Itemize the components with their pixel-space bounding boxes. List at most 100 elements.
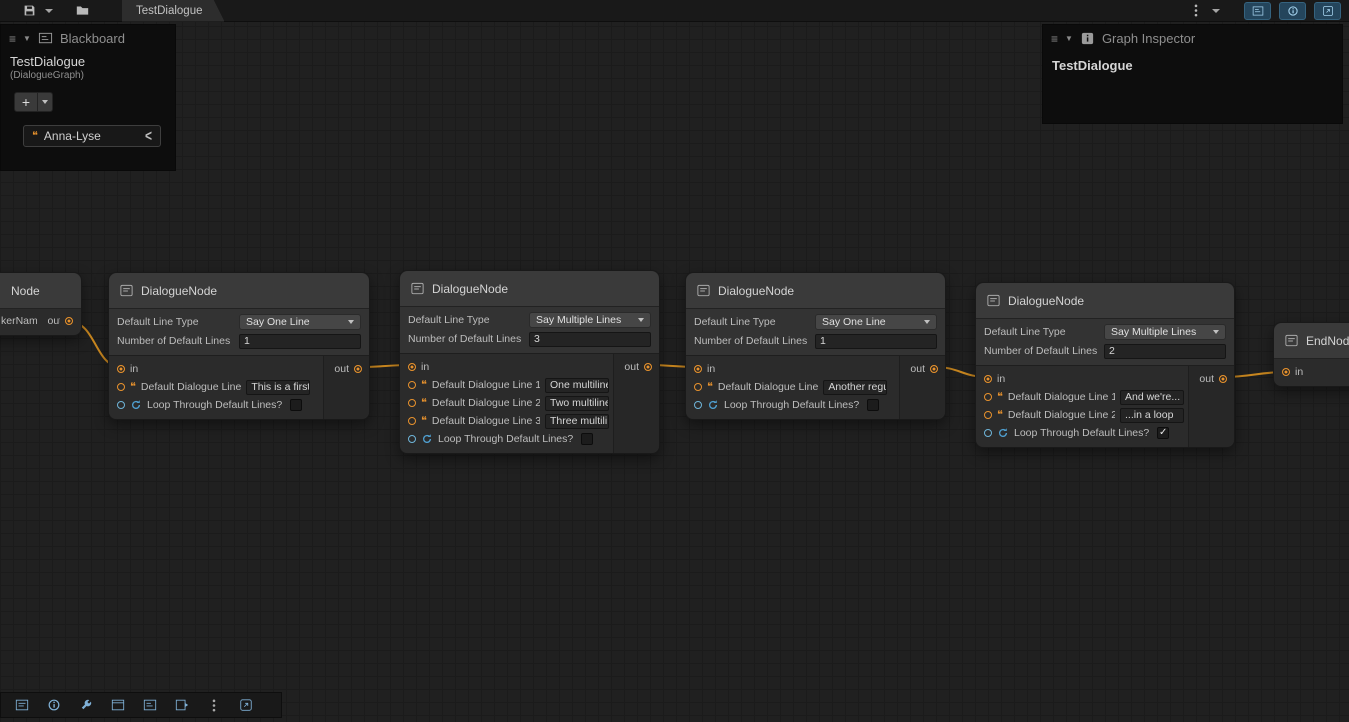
input-port[interactable]	[408, 363, 416, 371]
blackboard-field-anna-lyse[interactable]: ❝ Anna-Lyse <	[23, 125, 161, 147]
output-port[interactable]	[930, 365, 938, 373]
dialogue-line-field[interactable]: ...in a loop	[1120, 408, 1184, 423]
input-port[interactable]	[694, 365, 702, 373]
string-port[interactable]	[408, 381, 416, 389]
quote-icon: ❝	[421, 416, 427, 427]
num-lines-field[interactable]: 1	[239, 334, 361, 349]
toggle-blackboard-button[interactable]	[1244, 2, 1271, 20]
dialogue-line-field[interactable]: Two multiline	[545, 396, 609, 411]
blackboard-toggle-button[interactable]	[135, 695, 165, 715]
chevron-down-icon	[1212, 9, 1220, 13]
collapse-arrow-icon[interactable]: ▼	[23, 34, 31, 43]
bool-port[interactable]	[408, 435, 416, 443]
loop-checkbox[interactable]	[290, 399, 302, 411]
bool-port[interactable]	[694, 401, 702, 409]
drag-handle-icon[interactable]: ≡	[9, 32, 16, 46]
dialogue-line-field[interactable]: Another regu	[823, 380, 887, 395]
dialogue-line-field[interactable]: This is a first	[246, 380, 310, 395]
bool-port[interactable]	[117, 401, 125, 409]
add-property-dropdown[interactable]	[38, 92, 53, 112]
chevron-down-icon	[42, 100, 48, 104]
tab-testdialogue[interactable]: TestDialogue	[122, 0, 224, 22]
dialogue-line-field[interactable]: And we're...	[1120, 390, 1184, 405]
save-button[interactable]	[18, 2, 40, 20]
toggle-inspector-button[interactable]	[1279, 2, 1306, 20]
line-type-dropdown[interactable]: Say One Line	[815, 314, 937, 330]
add-property-button[interactable]: +	[14, 92, 38, 112]
chevron-down-icon	[1213, 330, 1219, 334]
loop-checkbox[interactable]: ✓	[1157, 427, 1169, 439]
dialogue-line-label: Default Dialogue Line 2	[1008, 409, 1115, 421]
collapse-arrow-icon[interactable]: ▼	[1065, 34, 1073, 43]
num-lines-field[interactable]: 2	[1104, 344, 1226, 359]
node-title-bar[interactable]: DialogueNode	[400, 271, 659, 307]
string-port[interactable]	[694, 383, 702, 391]
node-properties: Default Line Type Say One Line Number of…	[109, 309, 369, 356]
dialogue-node-3[interactable]: DialogueNode Default Line Type Say One L…	[685, 272, 946, 420]
more-options-dropdown[interactable]	[1209, 2, 1223, 20]
node-title-bar[interactable]: DialogueNode	[686, 273, 945, 309]
dialogue-line-field[interactable]: Three multili	[545, 414, 609, 429]
bottom-toolbar	[0, 692, 282, 718]
node-title-bar[interactable]: DialogueNode	[109, 273, 369, 309]
line-type-dropdown[interactable]: Say Multiple Lines	[1104, 324, 1226, 340]
dialogue-node-2[interactable]: DialogueNode Default Line Type Say Multi…	[399, 270, 660, 454]
code-preview-button[interactable]	[231, 695, 261, 715]
loop-checkbox[interactable]	[581, 433, 593, 445]
num-lines-field[interactable]: 1	[815, 334, 937, 349]
num-lines-field[interactable]: 3	[529, 332, 651, 347]
output-port[interactable]	[65, 317, 73, 325]
string-port[interactable]	[984, 411, 992, 419]
dialogue-node-4[interactable]: DialogueNode Default Line Type Say Multi…	[975, 282, 1235, 448]
chevron-down-icon	[348, 320, 354, 324]
bool-port[interactable]	[984, 429, 992, 437]
expand-chevron-icon[interactable]: <	[145, 127, 152, 145]
output-port[interactable]	[354, 365, 362, 373]
drag-handle-icon[interactable]: ≡	[1051, 32, 1058, 46]
graph-canvas[interactable]: Node kerName out DialogueNode Default Li…	[0, 0, 1349, 722]
end-node-icon	[1284, 333, 1299, 348]
output-port[interactable]	[644, 363, 652, 371]
more-button[interactable]	[199, 695, 229, 715]
dialogue-line-field[interactable]: One multiline	[545, 378, 609, 393]
string-port[interactable]	[408, 417, 416, 425]
dialogue-panel-button[interactable]	[167, 695, 197, 715]
loop-icon	[130, 399, 142, 411]
input-port[interactable]	[117, 365, 125, 373]
loop-checkbox[interactable]	[867, 399, 879, 411]
wrench-icon	[79, 698, 93, 712]
window-button[interactable]	[103, 695, 133, 715]
console-button[interactable]	[7, 695, 37, 715]
end-node[interactable]: EndNode in	[1273, 322, 1349, 387]
dialogue-line-label: Default Dialogue Line 1	[432, 379, 540, 391]
string-port[interactable]	[984, 393, 992, 401]
prop-label: Default Line Type	[694, 316, 815, 328]
dialogue-node-1[interactable]: DialogueNode Default Line Type Say One L…	[108, 272, 370, 420]
node-properties: Default Line Type Say Multiple Lines Num…	[400, 307, 659, 354]
dropdown-value: Say One Line	[246, 316, 310, 328]
folder-icon	[76, 4, 89, 17]
speaker-node[interactable]: Node kerName out	[0, 272, 82, 336]
dialogue-node-icon	[119, 283, 134, 298]
node-title-bar[interactable]: EndNode	[1274, 323, 1349, 359]
input-port[interactable]	[984, 375, 992, 383]
info-button[interactable]	[39, 695, 69, 715]
node-title-bar[interactable]: DialogueNode	[976, 283, 1234, 319]
in-port-label: in	[421, 361, 429, 373]
input-port[interactable]	[1282, 368, 1290, 376]
node-title-bar[interactable]: Node	[0, 273, 81, 309]
tools-button[interactable]	[71, 695, 101, 715]
string-port[interactable]	[117, 383, 125, 391]
string-port[interactable]	[408, 399, 416, 407]
loop-label: Loop Through Default Lines?	[438, 433, 573, 445]
toggle-code-preview-button[interactable]	[1314, 2, 1341, 20]
node-title: EndNode	[1306, 334, 1349, 348]
output-port[interactable]	[1219, 375, 1227, 383]
line-type-dropdown[interactable]: Say Multiple Lines	[529, 312, 651, 328]
open-folder-button[interactable]	[71, 2, 93, 20]
loop-label: Loop Through Default Lines?	[724, 399, 859, 411]
loop-label: Loop Through Default Lines?	[147, 399, 282, 411]
line-type-dropdown[interactable]: Say One Line	[239, 314, 361, 330]
more-options-button[interactable]	[1185, 2, 1207, 20]
save-dropdown-button[interactable]	[42, 2, 56, 20]
